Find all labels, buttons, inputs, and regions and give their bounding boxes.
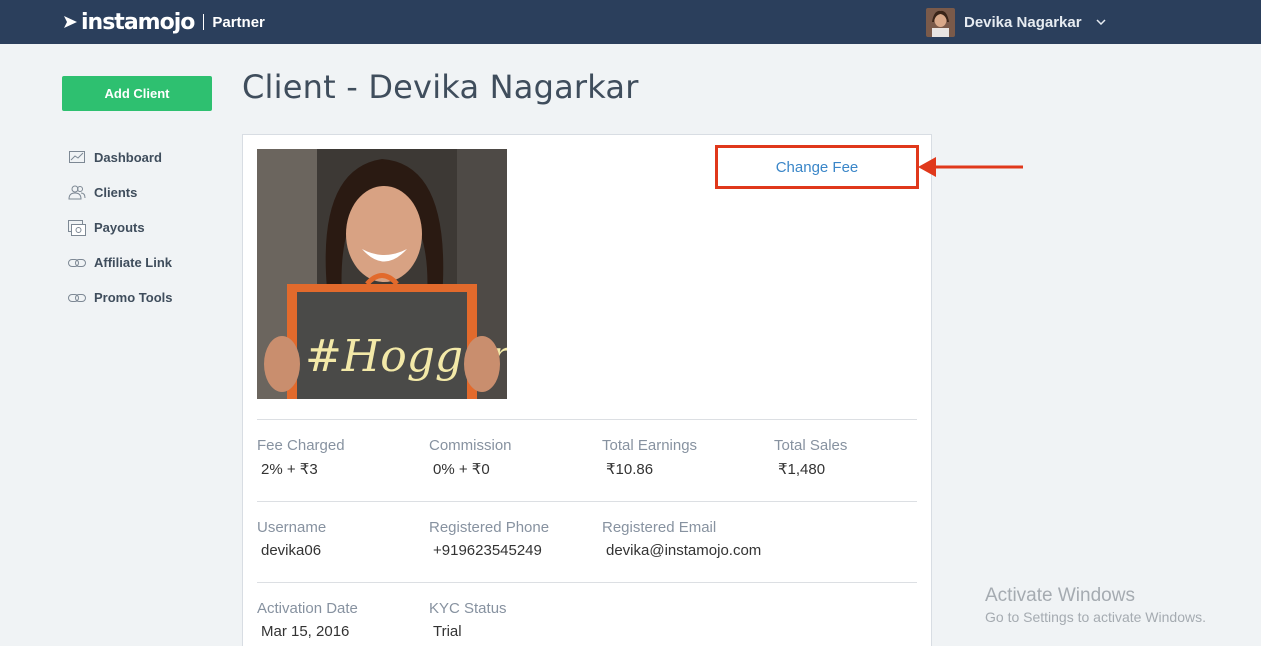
user-menu[interactable]: Devika Nagarkar: [926, 6, 1106, 38]
play-logo-icon: [64, 16, 77, 28]
sidebar-item-promo-tools[interactable]: Promo Tools: [68, 280, 172, 315]
field-label: Total Earnings: [602, 437, 698, 454]
field-value: ₹1,480: [778, 461, 826, 478]
total-earnings-field: Total Earnings ₹10.86: [602, 437, 697, 478]
commission-field: Commission 0% + ₹0: [429, 437, 512, 478]
sidebar-item-affiliate-link[interactable]: Affiliate Link: [68, 245, 172, 280]
total-sales-field: Total Sales ₹1,480: [774, 437, 847, 478]
chart-icon: [68, 150, 86, 166]
field-value: ₹10.86: [606, 461, 654, 478]
users-icon: [68, 185, 86, 201]
watermark-title: Activate Windows: [985, 585, 1135, 606]
add-client-button[interactable]: Add Client: [62, 76, 212, 111]
field-label: Registered Phone: [429, 519, 550, 536]
client-card: #Hogger Change Fee Fee Charged 2% + ₹3 C…: [242, 134, 932, 646]
sidebar-item-payouts[interactable]: Payouts: [68, 210, 172, 245]
logo-divider: [203, 14, 205, 30]
username-field: Username devika06: [257, 519, 326, 559]
change-fee-highlight: Change Fee: [715, 145, 919, 189]
sidebar-item-label: Affiliate Link: [94, 255, 173, 270]
logo-subtitle: Partner: [212, 13, 265, 31]
field-value: Mar 15, 2016: [261, 623, 350, 640]
activation-date-field: Activation Date Mar 15, 2016: [257, 600, 358, 640]
field-label: Commission: [429, 437, 512, 454]
kyc-status-field: KYC Status Trial: [429, 600, 507, 640]
sidebar-item-label: Payouts: [94, 220, 145, 235]
link-icon: [68, 290, 86, 306]
field-label: Username: [257, 519, 327, 536]
watermark-subtitle: Go to Settings to activate Windows.: [985, 609, 1206, 625]
divider: [257, 582, 917, 583]
field-value: Trial: [433, 623, 462, 640]
top-navbar: instamojo Partner Devika Nagarkar: [0, 0, 1261, 44]
sidebar-item-label: Promo Tools: [94, 290, 173, 305]
avatar: [926, 7, 955, 37]
user-name: Devika Nagarkar: [964, 13, 1082, 31]
field-value: devika@instamojo.com: [606, 542, 762, 559]
field-value: +919623545249: [433, 542, 542, 559]
field-label: KYC Status: [429, 600, 507, 617]
divider: [257, 501, 917, 502]
divider: [257, 419, 917, 420]
annotation-arrow-icon: [918, 157, 1023, 177]
change-fee-link[interactable]: Change Fee: [776, 159, 859, 176]
sidebar-nav: Dashboard Clients Payouts Affiliate Link…: [68, 140, 172, 315]
registered-email-field: Registered Email devika@instamojo.com: [602, 519, 761, 559]
registered-phone-field: Registered Phone +919623545249: [429, 519, 549, 559]
field-label: Fee Charged: [257, 437, 345, 454]
field-value: devika06: [261, 542, 322, 559]
sidebar-item-label: Dashboard: [94, 150, 162, 165]
page-title: Client - Devika Nagarkar: [242, 68, 639, 106]
chevron-down-icon: [1096, 19, 1106, 25]
field-label: Total Sales: [774, 437, 848, 454]
link-icon: [68, 255, 86, 271]
client-photo: #Hogger: [257, 149, 507, 399]
field-label: Activation Date: [257, 600, 358, 617]
field-value: 2% + ₹3: [261, 461, 318, 478]
field-label: Registered Email: [602, 519, 717, 536]
field-value: 0% + ₹0: [433, 461, 490, 478]
payout-icon: [68, 219, 86, 236]
instamojo-logo[interactable]: instamojo Partner: [63, 8, 265, 36]
sidebar-item-dashboard[interactable]: Dashboard: [68, 140, 172, 175]
activate-windows-watermark: Activate Windows Go to Settings to activ…: [985, 585, 1206, 625]
sidebar-item-clients[interactable]: Clients: [68, 175, 172, 210]
sidebar-item-label: Clients: [94, 185, 138, 200]
logo-text: instamojo: [81, 9, 195, 35]
fee-charged-field: Fee Charged 2% + ₹3: [257, 437, 345, 478]
